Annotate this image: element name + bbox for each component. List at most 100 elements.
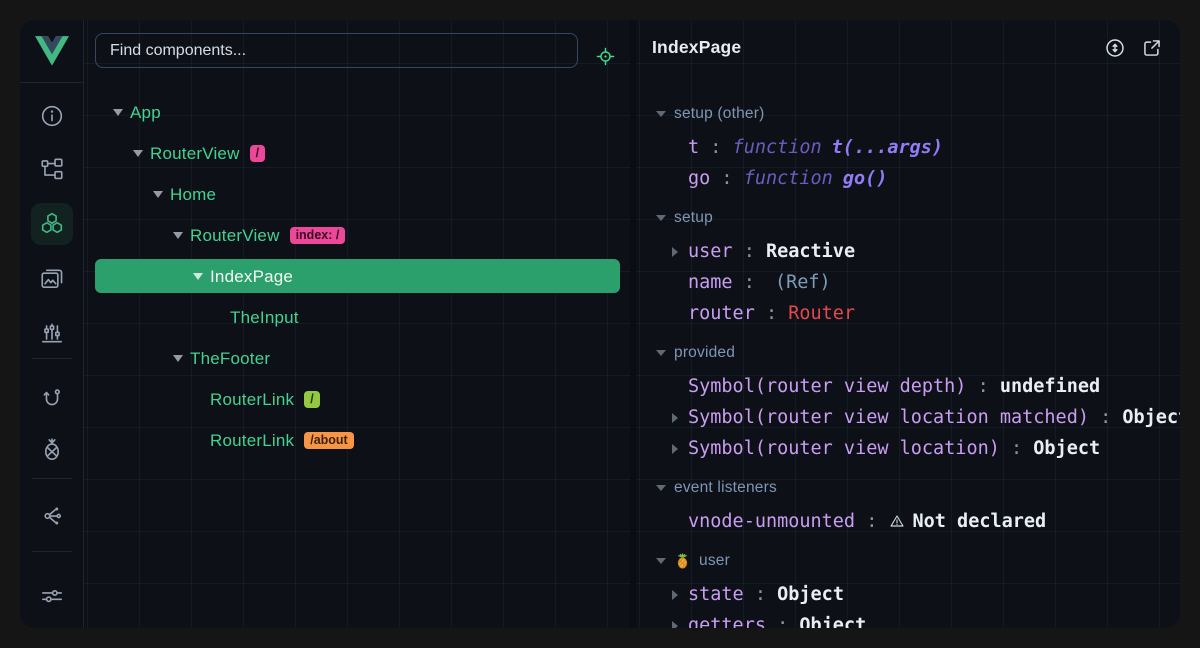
- property-key: name: [688, 272, 733, 293]
- info-icon[interactable]: [31, 95, 73, 137]
- property-row-user[interactable]: user : Reactive: [636, 236, 1180, 267]
- section-title: user: [699, 552, 730, 570]
- route-badge: /about: [304, 432, 354, 450]
- tree-node-routerlink[interactable]: RouterLink/about: [84, 420, 630, 461]
- section-collapse-caret-icon[interactable]: [656, 350, 674, 356]
- key-value-separator: :: [755, 303, 788, 324]
- inspector-content: setup (other) t : function t(...args) go : …: [636, 96, 1180, 628]
- warning-icon: [889, 513, 906, 530]
- sidebar-divider: [32, 358, 72, 359]
- key-value-separator: :: [1089, 407, 1122, 428]
- devtools-frame: App RouterView/Home RouterView index: / Inde…: [0, 0, 1200, 648]
- expand-caret-icon[interactable]: [672, 247, 688, 257]
- search-input[interactable]: [95, 33, 578, 68]
- inspector-section: user state : Objectgetters : Object: [636, 543, 1180, 628]
- inspector-title: IndexPage: [652, 37, 741, 58]
- assets-icon[interactable]: [31, 258, 73, 300]
- function-keyword: function: [733, 137, 822, 158]
- section-collapse-caret-icon[interactable]: [656, 111, 674, 117]
- section-header-event-listeners[interactable]: event listeners: [636, 470, 1180, 506]
- expand-caret-icon[interactable]: [173, 355, 190, 362]
- expand-caret-icon[interactable]: [672, 621, 688, 629]
- pinia-store-icon[interactable]: [31, 429, 73, 471]
- tree-node-thefooter[interactable]: TheFooter: [84, 338, 630, 379]
- expand-caret-icon[interactable]: [113, 109, 130, 116]
- inspector-section: providedSymbol(router view depth) : unde…: [636, 335, 1180, 464]
- selected-row-highlight: [95, 259, 620, 293]
- function-signature: t(...args): [832, 137, 943, 158]
- tree-node-app[interactable]: App: [84, 92, 630, 133]
- inspector-section: setup (other) t : function t(...args) go : …: [636, 96, 1180, 194]
- key-value-separator: :: [966, 376, 999, 397]
- function-keyword: function: [744, 168, 833, 189]
- property-key: getters: [688, 615, 766, 628]
- tree-node-routerview[interactable]: RouterView index: /: [84, 215, 630, 256]
- section-collapse-caret-icon[interactable]: [656, 558, 674, 564]
- section-header-setup[interactable]: setup: [636, 200, 1180, 236]
- property-row-symbol-router-view-depth-: Symbol(router view depth) : undefined: [636, 371, 1180, 402]
- property-row-symbol-router-view-location-matched-[interactable]: Symbol(router view location matched) : O…: [636, 402, 1180, 433]
- tree-node-routerlink[interactable]: RouterLink/: [84, 379, 630, 420]
- key-value-separator: :: [855, 511, 888, 532]
- property-value: Reactive: [766, 241, 855, 262]
- expand-caret-icon[interactable]: [672, 444, 688, 454]
- target-icon[interactable]: [591, 42, 619, 70]
- open-in-editor-icon[interactable]: [1140, 36, 1164, 60]
- key-value-separator: :: [710, 168, 743, 189]
- key-value-separator: :: [1000, 438, 1033, 459]
- property-row-symbol-router-view-location-[interactable]: Symbol(router view location) : Object: [636, 433, 1180, 464]
- property-key: t: [688, 137, 699, 158]
- tree-node-indexpage[interactable]: IndexPage: [84, 256, 630, 297]
- expand-caret-icon[interactable]: [173, 232, 190, 239]
- inspector-panel: IndexPage: [636, 20, 1180, 628]
- property-row-go: go : function go(): [636, 163, 1180, 194]
- components-icon[interactable]: [31, 203, 73, 245]
- expand-caret-icon[interactable]: [133, 150, 150, 157]
- section-header-user[interactable]: user: [636, 543, 1180, 579]
- tree-node-label: RouterLink: [210, 431, 294, 451]
- section-collapse-caret-icon[interactable]: [656, 215, 674, 221]
- tree-node-label: IndexPage: [210, 267, 293, 287]
- expand-caret-icon[interactable]: [153, 191, 170, 198]
- tree-node-label: RouterView: [190, 226, 280, 246]
- property-row-router: router : Router: [636, 298, 1180, 329]
- property-value: (Ref): [775, 272, 831, 293]
- section-title: event listeners: [674, 479, 777, 497]
- key-value-separator: :: [699, 137, 732, 158]
- router-icon[interactable]: [31, 378, 73, 420]
- tree-node-label: App: [130, 103, 161, 123]
- key-value-separator: :: [744, 584, 777, 605]
- timeline-icon[interactable]: [31, 312, 73, 354]
- property-row-getters[interactable]: getters : Object: [636, 610, 1180, 628]
- route-badge: index: /: [290, 227, 346, 245]
- sidebar-divider: [32, 551, 72, 552]
- tree-node-routerview[interactable]: RouterView/: [84, 133, 630, 174]
- property-value: Object: [1033, 438, 1100, 459]
- section-header-setup-other-[interactable]: setup (other): [636, 96, 1180, 132]
- function-signature: go(): [843, 168, 888, 189]
- route-badge: /: [304, 391, 319, 409]
- tree-node-theinput[interactable]: TheInput: [84, 297, 630, 338]
- sidebar: [20, 20, 84, 628]
- component-tree-icon[interactable]: [31, 148, 73, 190]
- property-key: go: [688, 168, 710, 189]
- route-badge: /: [250, 145, 265, 163]
- settings-icon[interactable]: [31, 575, 73, 617]
- scroll-to-component-icon[interactable]: [1103, 36, 1127, 60]
- section-header-provided[interactable]: provided: [636, 335, 1180, 371]
- expand-caret-icon[interactable]: [193, 273, 210, 280]
- expand-caret-icon[interactable]: [672, 413, 688, 423]
- module-graph-icon[interactable]: [31, 495, 73, 537]
- property-key: Symbol(router view depth): [688, 376, 966, 397]
- property-key: state: [688, 584, 744, 605]
- expand-caret-icon[interactable]: [672, 590, 688, 600]
- property-row-t: t : function t(...args): [636, 132, 1180, 163]
- property-row-state[interactable]: state : Object: [636, 579, 1180, 610]
- tree-node-label: Home: [170, 185, 216, 205]
- section-collapse-caret-icon[interactable]: [656, 485, 674, 491]
- property-key: Symbol(router view location): [688, 438, 1000, 459]
- key-value-separator: :: [733, 272, 766, 293]
- vue-devtools-app: App RouterView/Home RouterView index: / Inde…: [20, 20, 1180, 628]
- tree-node-home[interactable]: Home: [84, 174, 630, 215]
- inspector-header: IndexPage: [636, 20, 1180, 75]
